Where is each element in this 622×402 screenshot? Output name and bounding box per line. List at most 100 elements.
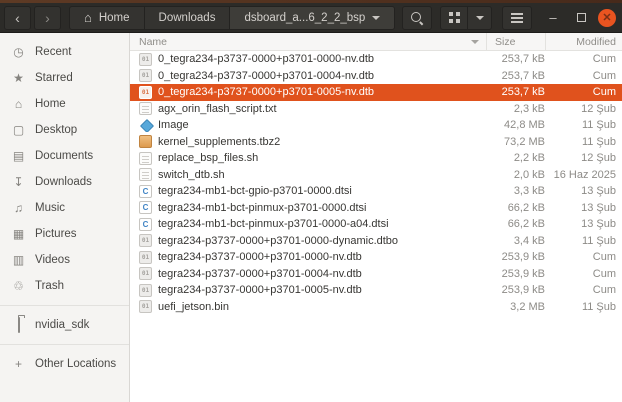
table-row[interactable]: tegra234-p3737-0000+p3701-0004-nv.dtb 25…	[130, 266, 622, 283]
file-size: 253,9 kB	[501, 267, 545, 280]
search-icon	[410, 11, 424, 25]
binary-file-icon	[139, 267, 152, 281]
sidebar-item-label: Music	[35, 202, 66, 214]
sidebar-item-home[interactable]: ⌂ Home	[0, 91, 129, 117]
file-name: 0_tegra234-p3737-0000+p3701-0004-nv.dtb	[158, 69, 375, 82]
file-list: 0_tegra234-p3737-0000+p3701-0000-nv.dtb …	[130, 51, 622, 402]
file-name-cell: tegra234-mb1-bct-gpio-p3701-0000.dtsi	[130, 184, 486, 198]
column-header-name[interactable]: Name	[130, 33, 486, 50]
file-name: tegra234-p3737-0000+p3701-0005-nv.dtb	[158, 284, 362, 297]
file-modified: 12 Şub	[581, 152, 616, 165]
folder-icon	[11, 317, 26, 333]
sidebar-item-label: Home	[35, 98, 66, 110]
file-name: tegra234-p3737-0000+p3701-0000-nv.dtb	[158, 251, 362, 264]
starred-icon: ★	[13, 71, 24, 85]
desktop-icon: ▢	[12, 123, 25, 137]
view-options-button[interactable]	[467, 5, 492, 30]
file-name: tegra234-mb1-bct-gpio-p3701-0000.dtsi	[158, 185, 352, 198]
sidebar-item-label: nvidia_sdk	[35, 319, 90, 331]
file-modified: 16 Haz 2025	[553, 168, 616, 181]
music-icon: ♫	[14, 201, 23, 215]
file-name-cell: switch_dtb.sh	[130, 168, 486, 182]
file-size: 3,4 kB	[513, 234, 545, 247]
file-size: 2,3 kB	[513, 102, 545, 115]
sidebar-item-pictures[interactable]: ▦ Pictures	[0, 221, 129, 247]
table-row[interactable]: 0_tegra234-p3737-0000+p3701-0005-nv.dtb …	[130, 84, 622, 101]
sidebar-item-label: Starred	[35, 72, 73, 84]
binary-file-icon	[139, 250, 152, 264]
sidebar-item-music[interactable]: ♫ Music	[0, 195, 129, 221]
table-row[interactable]: tegra234-p3737-0000+p3701-0000-nv.dtb 25…	[130, 249, 622, 266]
file-modified: 13 Şub	[581, 201, 616, 214]
file-modified: 11 Şub	[581, 300, 616, 313]
sidebar-item-nvidia-sdk[interactable]: nvidia_sdk	[0, 312, 129, 338]
back-button[interactable]: ‹	[4, 5, 31, 30]
file-name-cell: tegra234-p3737-0000+p3701-0005-nv.dtb	[130, 283, 486, 297]
breadcrumb-downloads[interactable]: Downloads	[143, 5, 231, 30]
table-row[interactable]: switch_dtb.sh 2,0 kB 16 Haz 2025	[130, 167, 622, 184]
file-size: 3,2 MB	[510, 300, 545, 313]
column-header-size[interactable]: Size	[487, 33, 545, 50]
table-row[interactable]: replace_bsp_files.sh 2,2 kB 12 Şub	[130, 150, 622, 167]
column-header-modified[interactable]: Modified	[546, 33, 622, 50]
file-modified: 13 Şub	[581, 218, 616, 231]
grid-view-button[interactable]	[440, 5, 468, 30]
file-name-cell: replace_bsp_files.sh	[130, 151, 486, 165]
downloads-icon: ↧	[13, 175, 24, 189]
file-name-cell: tegra234-mb1-bct-pinmux-p3701-0000.dtsi	[130, 201, 486, 215]
file-name-cell: Image	[130, 119, 486, 132]
file-name-cell: tegra234-mb1-bct-pinmux-p3701-0000-a04.d…	[130, 217, 486, 231]
sidebar-item-label: Pictures	[35, 228, 77, 240]
menu-button[interactable]	[502, 5, 532, 30]
table-row[interactable]: tegra234-p3737-0000+p3701-0000-dynamic.d…	[130, 233, 622, 250]
sidebar-item-documents[interactable]: ▤ Documents	[0, 143, 129, 169]
hamburger-icon	[511, 12, 523, 23]
file-size: 42,8 MB	[504, 119, 545, 132]
file-modified: 11 Şub	[581, 135, 616, 148]
table-row[interactable]: agx_orin_flash_script.txt 2,3 kB 12 Şub	[130, 101, 622, 118]
breadcrumb-home-label: Home	[98, 11, 130, 24]
image-file-icon	[139, 119, 152, 132]
table-row[interactable]: tegra234-mb1-bct-pinmux-p3701-0000-a04.d…	[130, 216, 622, 233]
table-row[interactable]: tegra234-mb1-bct-gpio-p3701-0000.dtsi 3,…	[130, 183, 622, 200]
sidebar-item-starred[interactable]: ★ Starred	[0, 65, 129, 91]
videos-icon: ▥	[12, 253, 25, 267]
sidebar-item-downloads[interactable]: ↧ Downloads	[0, 169, 129, 195]
maximize-icon	[576, 13, 586, 22]
file-name-cell: tegra234-p3737-0000+p3701-0000-nv.dtb	[130, 250, 486, 264]
table-row[interactable]: tegra234-mb1-bct-pinmux-p3701-0000.dtsi …	[130, 200, 622, 217]
sidebar-item-desktop[interactable]: ▢ Desktop	[0, 117, 129, 143]
table-row[interactable]: kernel_supplements.tbz2 73,2 MB 11 Şub	[130, 134, 622, 151]
sidebar-item-videos[interactable]: ▥ Videos	[0, 247, 129, 273]
binary-file-icon	[139, 300, 152, 314]
navigation-controls: ‹ › ⌂ Home Downloads dsboard_a...6_2_2_b…	[4, 5, 396, 30]
text-file-icon	[139, 151, 152, 165]
table-row[interactable]: 0_tegra234-p3737-0000+p3701-0004-nv.dtb …	[130, 68, 622, 85]
sidebar-item-other-locations[interactable]: + Other Locations	[0, 351, 129, 377]
file-size: 253,7 kB	[501, 53, 545, 66]
documents-icon: ▤	[12, 149, 25, 163]
view-toggle-group	[440, 5, 492, 30]
maximize-button[interactable]	[570, 13, 592, 22]
forward-button[interactable]: ›	[34, 5, 61, 30]
table-row[interactable]: Image 42,8 MB 11 Şub	[130, 117, 622, 134]
binary-file-icon	[139, 234, 152, 248]
search-button[interactable]	[402, 5, 432, 30]
sidebar-item-recent[interactable]: ◷ Recent	[0, 39, 129, 65]
sidebar-item-trash[interactable]: ♲ Trash	[0, 273, 129, 299]
table-row[interactable]: uefi_jetson.bin 3,2 MB 11 Şub	[130, 299, 622, 316]
table-row[interactable]: tegra234-p3737-0000+p3701-0005-nv.dtb 25…	[130, 282, 622, 299]
file-name: tegra234-mb1-bct-pinmux-p3701-0000-a04.d…	[158, 218, 389, 231]
file-name: uefi_jetson.bin	[158, 300, 229, 313]
breadcrumb-home[interactable]: ⌂ Home	[69, 5, 145, 30]
file-size: 253,9 kB	[501, 284, 545, 297]
file-size: 253,7 kB	[501, 69, 545, 82]
close-button[interactable]: ✕	[598, 8, 616, 27]
sidebar-item-label: Desktop	[35, 124, 78, 136]
c-file-icon	[139, 184, 152, 198]
file-size: 253,9 kB	[501, 251, 545, 264]
breadcrumb-current-folder[interactable]: dsboard_a...6_2_2_bsp	[229, 5, 396, 30]
minimize-button[interactable]: –	[542, 11, 564, 24]
table-row[interactable]: 0_tegra234-p3737-0000+p3701-0000-nv.dtb …	[130, 51, 622, 68]
chevron-down-icon	[372, 15, 381, 20]
